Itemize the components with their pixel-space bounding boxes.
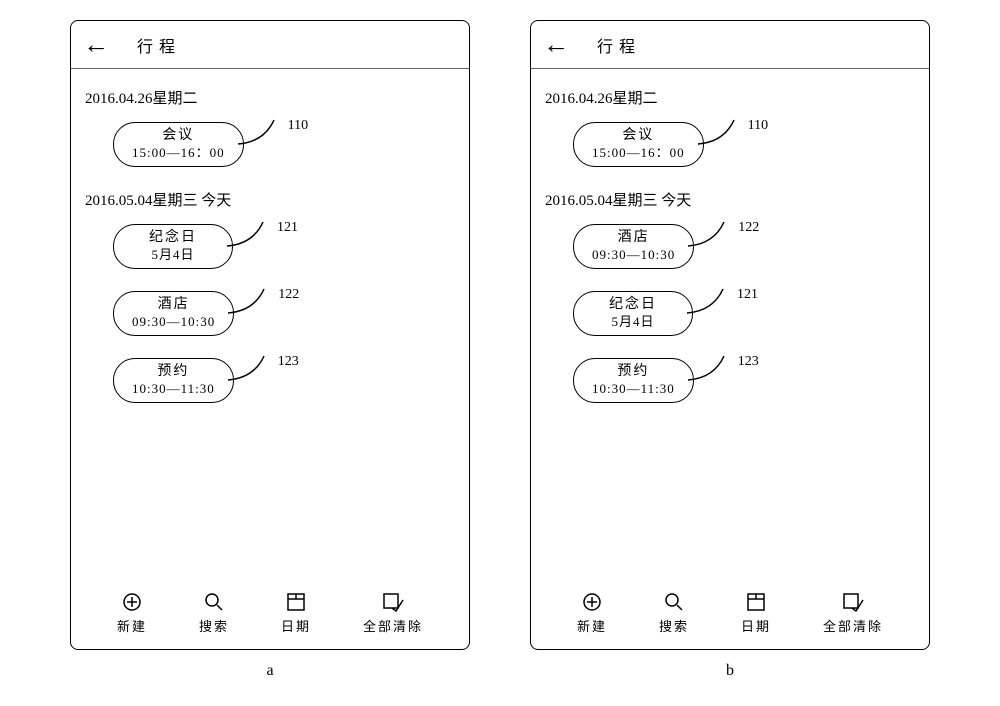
leader-line-icon	[225, 220, 275, 250]
event-bubble-anniversary[interactable]: 纪念日 5月4日	[113, 224, 233, 269]
event-title: 纪念日	[592, 296, 674, 314]
tab-clear-all[interactable]: 全部清除	[363, 592, 423, 635]
ref-number-121: 121	[737, 287, 758, 303]
tabbar: 新建 搜索 日期 全部	[71, 592, 469, 635]
clear-all-icon	[382, 592, 404, 612]
event-row-110: 会议 15:00—16：00 110	[545, 122, 915, 167]
tabbar: 新建 搜索 日期 全部	[531, 592, 929, 635]
date-header-1: 2016.04.26星期二	[545, 87, 915, 108]
figure-container: ← 行程 2016.04.26星期二 会议 15:00—16：00 110 20…	[0, 0, 1000, 690]
event-time: 15:00—16：00	[132, 145, 225, 162]
tab-label: 全部清除	[823, 616, 883, 635]
tab-label: 日期	[281, 616, 311, 635]
event-time: 10:30—11:30	[592, 381, 675, 398]
event-bubble-reservation[interactable]: 预约 10:30—11:30	[573, 358, 694, 403]
event-time: 09:30—10:30	[132, 314, 215, 331]
tab-label: 搜索	[659, 616, 689, 635]
event-time: 10:30—11:30	[132, 381, 215, 398]
tab-label: 搜索	[199, 616, 229, 635]
event-bubble-hotel[interactable]: 酒店 09:30—10:30	[573, 224, 694, 269]
event-row-122: 酒店 09:30—10:30 122	[545, 224, 915, 269]
ref-number-110: 110	[748, 118, 768, 134]
plus-circle-icon	[122, 592, 142, 612]
event-bubble-meeting[interactable]: 会议 15:00—16：00	[573, 122, 704, 167]
event-time: 5月4日	[132, 247, 214, 264]
event-row-110: 会议 15:00—16：00 110	[85, 122, 455, 167]
phone-frame-a: ← 行程 2016.04.26星期二 会议 15:00—16：00 110 20…	[70, 20, 470, 650]
event-row-123: 预约 10:30—11:30 123	[545, 358, 915, 403]
plus-circle-icon	[582, 592, 602, 612]
tab-new[interactable]: 新建	[117, 592, 147, 635]
leader-line-icon	[236, 118, 286, 148]
ref-number-123: 123	[738, 354, 759, 370]
date-header-1: 2016.04.26星期二	[85, 87, 455, 108]
ref-number-122: 122	[738, 220, 759, 236]
phone-frame-b: ← 行程 2016.04.26星期二 会议 15:00—16：00 110 20…	[530, 20, 930, 650]
back-arrow-icon[interactable]: ←	[83, 32, 109, 58]
calendar-icon	[746, 592, 766, 612]
tab-search[interactable]: 搜索	[659, 592, 689, 635]
event-time: 15:00—16：00	[592, 145, 685, 162]
ref-number-110: 110	[288, 118, 308, 134]
tab-new[interactable]: 新建	[577, 592, 607, 635]
event-title: 预约	[592, 363, 675, 381]
leader-line-icon	[686, 354, 736, 384]
leader-line-icon	[226, 354, 276, 384]
search-icon	[664, 592, 684, 612]
tab-label: 新建	[117, 616, 147, 635]
subfigure-b: ← 行程 2016.04.26星期二 会议 15:00—16：00 110 20…	[530, 20, 930, 680]
ref-number-122: 122	[278, 287, 299, 303]
subfigure-label-b: b	[726, 662, 734, 680]
event-title: 预约	[132, 363, 215, 381]
event-time: 5月4日	[592, 314, 674, 331]
calendar-icon	[286, 592, 306, 612]
back-arrow-icon[interactable]: ←	[543, 32, 569, 58]
subfigure-label-a: a	[266, 662, 273, 680]
event-title: 酒店	[132, 296, 215, 314]
leader-line-icon	[696, 118, 746, 148]
event-title: 酒店	[592, 229, 675, 247]
tab-date[interactable]: 日期	[741, 592, 771, 635]
tab-search[interactable]: 搜索	[199, 592, 229, 635]
event-title: 会议	[132, 127, 225, 145]
event-bubble-anniversary[interactable]: 纪念日 5月4日	[573, 291, 693, 336]
header: ← 行程	[531, 21, 929, 69]
tab-label: 日期	[741, 616, 771, 635]
event-row-123: 预约 10:30—11:30 123	[85, 358, 455, 403]
leader-line-icon	[226, 287, 276, 317]
event-row-121: 纪念日 5月4日 121	[85, 224, 455, 269]
search-icon	[204, 592, 224, 612]
subfigure-a: ← 行程 2016.04.26星期二 会议 15:00—16：00 110 20…	[70, 20, 470, 680]
leader-line-icon	[685, 287, 735, 317]
tab-date[interactable]: 日期	[281, 592, 311, 635]
event-row-121: 纪念日 5月4日 121	[545, 291, 915, 336]
page-title: 行程	[137, 33, 181, 57]
date-header-2: 2016.05.04星期三 今天	[545, 189, 915, 210]
event-row-122: 酒店 09:30—10:30 122	[85, 291, 455, 336]
header: ← 行程	[71, 21, 469, 69]
tab-clear-all[interactable]: 全部清除	[823, 592, 883, 635]
leader-line-icon	[686, 220, 736, 250]
clear-all-icon	[842, 592, 864, 612]
ref-number-121: 121	[277, 220, 298, 236]
event-bubble-meeting[interactable]: 会议 15:00—16：00	[113, 122, 244, 167]
event-title: 会议	[592, 127, 685, 145]
event-time: 09:30—10:30	[592, 247, 675, 264]
content-area: 2016.04.26星期二 会议 15:00—16：00 110 2016.05…	[71, 69, 469, 403]
ref-number-123: 123	[278, 354, 299, 370]
tab-label: 全部清除	[363, 616, 423, 635]
event-bubble-hotel[interactable]: 酒店 09:30—10:30	[113, 291, 234, 336]
content-area: 2016.04.26星期二 会议 15:00—16：00 110 2016.05…	[531, 69, 929, 403]
event-title: 纪念日	[132, 229, 214, 247]
event-bubble-reservation[interactable]: 预约 10:30—11:30	[113, 358, 234, 403]
tab-label: 新建	[577, 616, 607, 635]
page-title: 行程	[597, 33, 641, 57]
date-header-2: 2016.05.04星期三 今天	[85, 189, 455, 210]
